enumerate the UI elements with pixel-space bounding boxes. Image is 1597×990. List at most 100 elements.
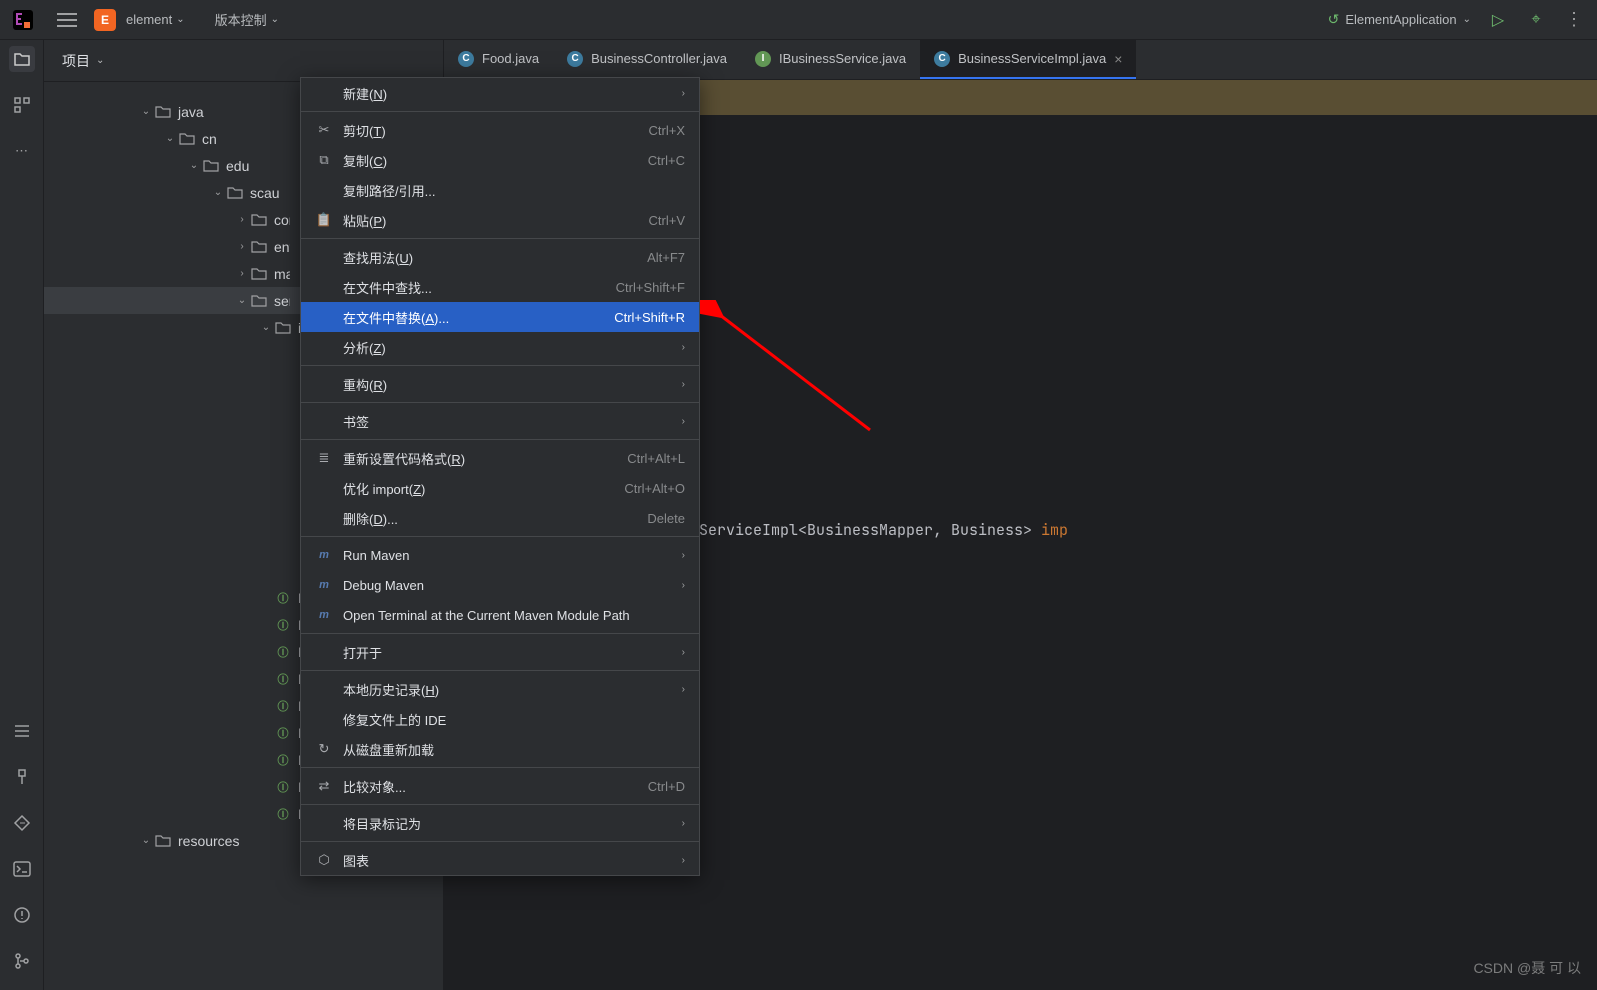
chevron-right-icon: › [669, 342, 685, 353]
git-icon[interactable] [9, 948, 35, 974]
run-button[interactable]: ▷ [1487, 9, 1509, 31]
menu-new[interactable]: 新建(N)› [301, 78, 699, 108]
menu-repair-ide[interactable]: 修复文件上的 IDE [301, 704, 699, 734]
menu-find-in-files[interactable]: 在文件中查找...Ctrl+Shift+F [301, 272, 699, 302]
menu-debug-maven[interactable]: mDebug Maven› [301, 570, 699, 600]
sidebar-header[interactable]: 项目 ⌄ [44, 40, 443, 82]
tab-label: BusinessController.java [591, 51, 727, 66]
folder-icon [274, 320, 292, 336]
cut-icon: ✂ [315, 122, 333, 138]
close-icon[interactable]: × [1114, 51, 1122, 67]
project-badge[interactable]: E [94, 9, 116, 31]
tab-label: Food.java [482, 51, 539, 66]
run-config-dropdown[interactable]: ↺ ElementApplication ⌄ [1328, 11, 1471, 28]
terminal-icon[interactable] [9, 856, 35, 882]
menu-separator [301, 365, 699, 366]
interface-icon: Ⓘ [274, 698, 292, 714]
tab-businesscontroller[interactable]: C BusinessController.java [553, 40, 741, 79]
menu-replace-in-files[interactable]: 在文件中替换(A)...Ctrl+Shift+R [301, 302, 699, 332]
project-dropdown[interactable]: element ⌄ [124, 10, 187, 29]
menu-reload-disk[interactable]: ↻从磁盘重新加载 [301, 734, 699, 764]
chevron-right-icon: › [669, 550, 685, 561]
chevron-down-icon: ⌄ [162, 133, 178, 144]
vcs-label: 版本控制 [215, 10, 267, 29]
chevron-down-icon: ⌄ [1463, 14, 1471, 25]
folder-icon [250, 293, 268, 309]
topbar: E element ⌄ 版本控制 ⌄ ↺ ElementApplication … [0, 0, 1597, 40]
refresh-icon: ↺ [1328, 11, 1340, 28]
more-icon[interactable]: ⋮ [1563, 9, 1585, 31]
project-name: element [126, 12, 172, 27]
chevron-right-icon: › [669, 855, 685, 866]
interface-icon: Ⓘ [274, 644, 292, 660]
tab-businessserviceimpl[interactable]: C BusinessServiceImpl.java × [920, 40, 1136, 79]
maven-icon: m [315, 609, 333, 621]
more-tool-icon[interactable]: ⋯ [9, 138, 35, 164]
hamburger-icon[interactable] [56, 9, 78, 31]
folder-icon [250, 266, 268, 282]
todo-icon[interactable] [9, 718, 35, 744]
chevron-down-icon: ⌄ [96, 55, 104, 66]
structure-tool-icon[interactable] [9, 92, 35, 118]
compare-icon: ⇄ [315, 778, 333, 794]
run-config-name: ElementApplication [1345, 12, 1456, 27]
menu-paste[interactable]: 📋粘贴(P)Ctrl+V [301, 205, 699, 235]
menu-run-maven[interactable]: mRun Maven› [301, 540, 699, 570]
chevron-down-icon: ⌄ [176, 14, 184, 25]
menu-diagram[interactable]: ⬡图表› [301, 845, 699, 875]
interface-icon: Ⓘ [274, 752, 292, 768]
interface-icon: Ⓘ [274, 779, 292, 795]
menu-refactor[interactable]: 重构(R)› [301, 369, 699, 399]
debug-button[interactable]: ⌖ [1525, 9, 1547, 31]
menu-reformat[interactable]: ≣重新设置代码格式(R)Ctrl+Alt+L [301, 443, 699, 473]
menu-compare[interactable]: ⇄比较对象...Ctrl+D [301, 771, 699, 801]
rail-bottom [9, 718, 35, 990]
context-menu: 新建(N)› ✂剪切(T)Ctrl+X ⧉复制(C)Ctrl+C 复制路径/引用… [300, 77, 700, 876]
tab-label: BusinessServiceImpl.java [958, 51, 1106, 66]
menu-bookmark[interactable]: 书签› [301, 406, 699, 436]
folder-icon [178, 131, 196, 147]
vcs-dropdown[interactable]: 版本控制 ⌄ [213, 8, 281, 31]
chevron-right-icon: › [669, 684, 685, 695]
menu-analyze[interactable]: 分析(Z)› [301, 332, 699, 362]
folder-icon [250, 212, 268, 228]
project-tool-icon[interactable] [9, 46, 35, 72]
menu-open-in[interactable]: 打开于› [301, 637, 699, 667]
maven-icon: m [315, 549, 333, 561]
menu-delete[interactable]: 删除(D)...Delete [301, 503, 699, 533]
tab-ibusinessservice[interactable]: I IBusinessService.java [741, 40, 920, 79]
chevron-down-icon: ⌄ [138, 106, 154, 117]
main-area: ⋯ 项目 ⌄ ⌄j [0, 40, 1597, 990]
topbar-right: ↺ ElementApplication ⌄ ▷ ⌖ ⋮ [1328, 9, 1585, 31]
menu-mark-as[interactable]: 将目录标记为› [301, 808, 699, 838]
folder-icon [250, 239, 268, 255]
chevron-right-icon: › [669, 416, 685, 427]
tab-label: IBusinessService.java [779, 51, 906, 66]
maven-icon: m [315, 579, 333, 591]
tab-food[interactable]: C Food.java [444, 40, 553, 79]
class-icon: C [934, 51, 950, 67]
menu-copy-path[interactable]: 复制路径/引用... [301, 175, 699, 205]
chevron-right-icon: › [234, 214, 250, 225]
interface-icon: Ⓘ [274, 590, 292, 606]
menu-open-terminal[interactable]: mOpen Terminal at the Current Maven Modu… [301, 600, 699, 630]
reload-icon: ↻ [315, 741, 333, 757]
problems-icon[interactable] [9, 902, 35, 928]
paste-icon: 📋 [315, 212, 333, 228]
services-icon[interactable] [9, 810, 35, 836]
menu-separator [301, 536, 699, 537]
menu-separator [301, 439, 699, 440]
menu-find-usages[interactable]: 查找用法(U)Alt+F7 [301, 242, 699, 272]
menu-optimize-imports[interactable]: 优化 import(Z)Ctrl+Alt+O [301, 473, 699, 503]
diagram-icon: ⬡ [315, 852, 333, 868]
build-icon[interactable] [9, 764, 35, 790]
chevron-right-icon: › [669, 647, 685, 658]
menu-local-history[interactable]: 本地历史记录(H)› [301, 674, 699, 704]
interface-icon: Ⓘ [274, 725, 292, 741]
folder-icon [202, 158, 220, 174]
chevron-right-icon: › [669, 818, 685, 829]
menu-copy[interactable]: ⧉复制(C)Ctrl+C [301, 145, 699, 175]
sidebar-title: 项目 [62, 51, 90, 71]
menu-cut[interactable]: ✂剪切(T)Ctrl+X [301, 115, 699, 145]
folder-icon [226, 185, 244, 201]
